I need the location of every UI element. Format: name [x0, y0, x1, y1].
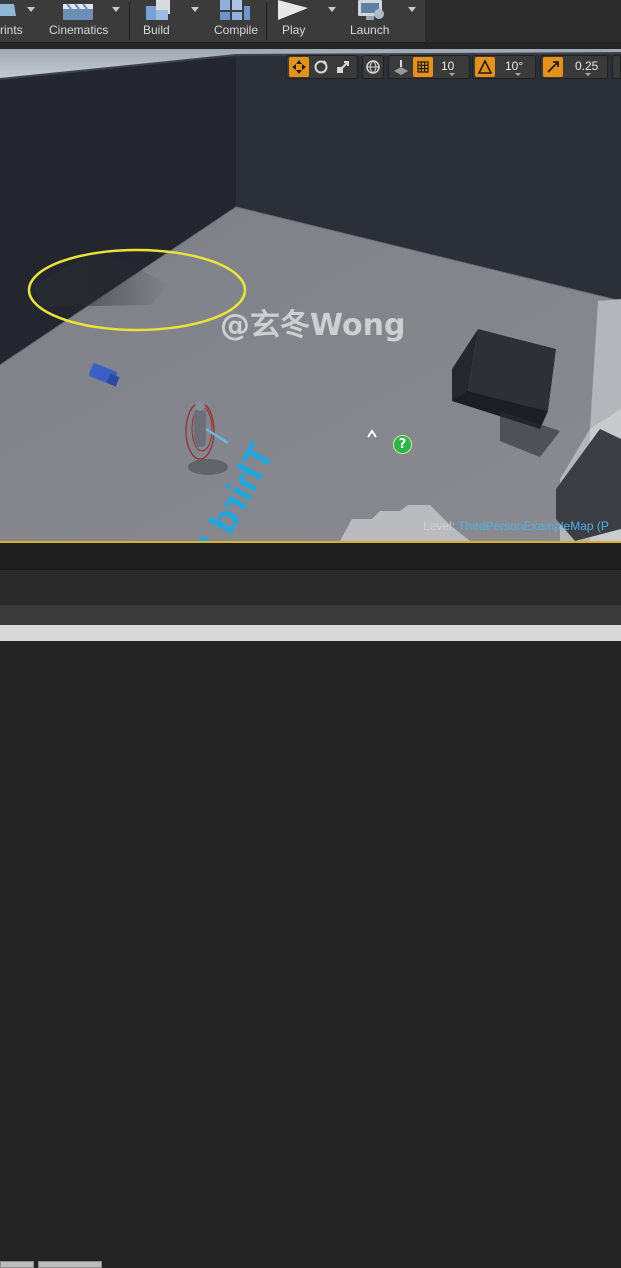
level-info: Level: ThirdPersonExampleMap (P	[423, 519, 609, 533]
blueprints-button[interactable]: rints	[0, 0, 42, 42]
world-space-button[interactable]	[363, 57, 383, 77]
build-dropdown-arrow[interactable]	[191, 7, 199, 12]
play-label: Play	[282, 23, 306, 37]
compile-button[interactable]: Compile	[208, 0, 264, 42]
play-icon	[278, 0, 308, 20]
scale-tool-button[interactable]	[333, 57, 353, 77]
launch-button[interactable]: Launch	[344, 0, 400, 42]
grid-snap-dropdown-arrow[interactable]	[449, 73, 455, 76]
viewport-toolbar: 10 10° 0.25	[0, 55, 621, 81]
scene-render	[0, 49, 621, 541]
level-name: ThirdPersonExampleMap (P	[458, 519, 609, 533]
build-label: Build	[143, 23, 170, 37]
toolbar-separator	[266, 2, 267, 40]
toolbar-strip: rints Cinematics Build Compile Play Laun…	[0, 0, 425, 43]
transform-tools-group	[286, 55, 358, 79]
asset-thumbnail[interactable]	[0, 1261, 34, 1268]
grid-snap-value[interactable]: 10	[441, 59, 454, 73]
cinematics-dropdown-arrow[interactable]	[112, 7, 120, 12]
launch-dropdown-arrow[interactable]	[408, 7, 416, 12]
rotation-snap-toggle[interactable]	[475, 57, 495, 77]
launch-icon	[358, 0, 384, 20]
blueprints-icon	[0, 4, 16, 16]
scale-snap-group: 0.25	[540, 55, 608, 79]
help-icon[interactable]: ?	[393, 435, 412, 454]
play-button[interactable]: Play	[270, 0, 320, 42]
grid-snap-toggle[interactable]	[413, 57, 433, 77]
surface-snap-icon	[394, 60, 408, 75]
globe-icon	[366, 60, 380, 74]
blueprints-dropdown-arrow[interactable]	[27, 7, 35, 12]
viewport-options-button[interactable]	[612, 55, 621, 79]
scale-snap-icon	[547, 61, 559, 73]
level-viewport[interactable]: Third Person ? @玄冬Wong Level: ThirdPerso…	[0, 49, 621, 541]
angle-icon	[477, 59, 493, 74]
translate-tool-button[interactable]	[289, 57, 309, 77]
clapperboard-icon	[63, 3, 93, 20]
scale-snap-value[interactable]: 0.25	[575, 59, 598, 73]
watermark: @玄冬Wong	[220, 308, 406, 343]
level-prefix: Level:	[423, 519, 456, 533]
build-button[interactable]: Build	[134, 0, 198, 42]
compile-icon	[220, 0, 250, 20]
rotate-icon	[314, 60, 328, 74]
grid-snap-group: 10	[388, 55, 470, 79]
grid-icon	[417, 61, 429, 73]
asset-thumbnail[interactable]	[38, 1261, 102, 1268]
rotation-snap-value[interactable]: 10°	[505, 59, 523, 73]
scale-icon	[337, 61, 349, 73]
play-dropdown-arrow[interactable]	[328, 7, 336, 12]
rotation-snap-group: 10°	[472, 55, 536, 79]
scale-snap-dropdown-arrow[interactable]	[585, 73, 591, 76]
scale-snap-toggle[interactable]	[543, 57, 563, 77]
viewport-bottom-bar	[0, 543, 621, 569]
cinematics-label: Cinematics	[49, 23, 109, 37]
help-icon-glyph: ?	[398, 437, 407, 452]
surface-snap-button[interactable]	[391, 57, 411, 77]
move-arrows-icon	[292, 60, 306, 74]
compile-label: Compile	[214, 23, 259, 37]
lower-panel	[0, 569, 621, 606]
launch-label: Launch	[350, 23, 390, 37]
content-browser-bar	[0, 605, 621, 625]
world-local-group	[362, 55, 384, 79]
content-browser-area	[0, 625, 621, 1268]
rotation-snap-dropdown-arrow[interactable]	[515, 73, 521, 76]
toolbar-separator	[129, 2, 130, 40]
rotate-tool-button[interactable]	[311, 57, 331, 77]
blueprints-label: rints	[0, 23, 23, 37]
build-cubes-icon	[146, 0, 170, 20]
main-toolbar: rints Cinematics Build Compile Play Laun…	[0, 0, 621, 43]
